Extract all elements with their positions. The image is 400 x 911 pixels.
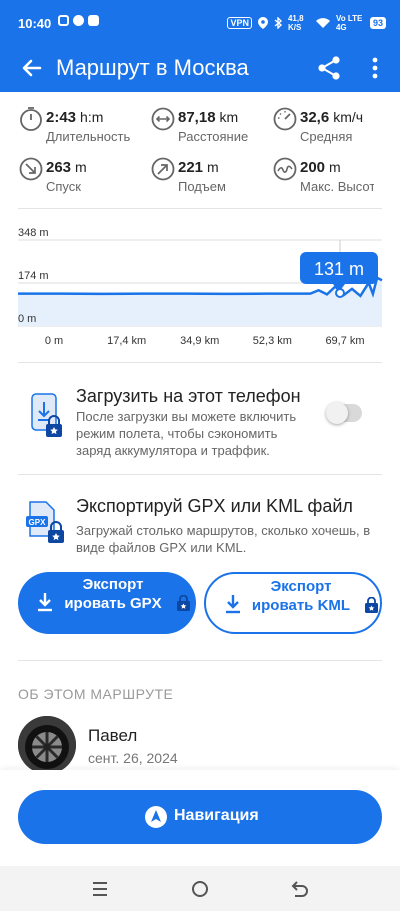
x-tick-label: 34,9 km — [180, 335, 219, 347]
avatar — [18, 716, 76, 774]
stat-unit: h:m — [80, 109, 104, 125]
x-tick-label: 52,3 km — [253, 335, 292, 347]
y-tick-label: 174 m — [18, 270, 49, 282]
stat-value: 2:43 — [46, 109, 77, 126]
stat-distance: 87,18 km Расстояние — [150, 104, 270, 148]
wifi-icon — [315, 17, 330, 28]
network-type: Vo LTE 4G — [335, 14, 363, 32]
stat-value: 87,18 — [178, 109, 216, 126]
app-notification-icon — [88, 15, 99, 26]
download-icon — [38, 593, 52, 612]
svg-text:GPX: GPX — [29, 518, 47, 527]
messenger-icon — [73, 15, 84, 26]
export-section: GPX Экспортируй GPX или KML файл Загружа… — [0, 488, 400, 568]
bluetooth-icon — [274, 17, 282, 29]
export-gpx-label: Экспорт ировать GPX — [64, 576, 162, 612]
stat-label: Подъем — [178, 179, 226, 194]
stat-unit: m — [75, 159, 87, 175]
export-description: Загружай столько маршрутов, сколько хоче… — [76, 523, 371, 555]
export-title: Экспортируй GPX или KML файл — [76, 496, 353, 516]
tooltip-label: 131 m — [314, 259, 364, 279]
gpx-file-lock-icon: GPX — [26, 501, 64, 543]
stat-label: Расстояние — [178, 129, 249, 144]
status-notification-icons — [58, 15, 99, 26]
elevation-area — [18, 277, 382, 326]
stat-ascent: 221 m Подъем — [150, 154, 270, 198]
phone-download-lock-icon — [31, 393, 62, 437]
instagram-icon — [58, 15, 69, 26]
elevation-chart[interactable]: 348 m 174 m 0 m 0 m 17,4 km 34,9 km 52,3 km 69… — [0, 224, 400, 354]
stat-max-altitude: 200m Макс. Высота — [272, 154, 374, 198]
page-title: Маршрут в Москва — [56, 55, 249, 80]
more-vert-icon[interactable] — [362, 54, 388, 82]
stat-value: 263 — [46, 159, 72, 176]
status-bar: 10:40 VPN 41,8 K/S Vo LTE 4G 93 — [0, 0, 400, 44]
y-tick-label: 348 m — [18, 227, 49, 239]
divider — [18, 660, 382, 661]
export-kml-label: Экспорт ировать KML — [251, 578, 351, 614]
stat-label: Средняя — [300, 129, 353, 144]
stat-duration: 2:43 h:m Длительность — [18, 104, 138, 148]
lock-icon — [177, 595, 190, 611]
battery-indicator: 93 — [369, 17, 386, 29]
distance-icon — [151, 107, 175, 131]
descent-icon — [19, 157, 43, 181]
stat-value: 32,6 — [300, 109, 330, 126]
offline-toggle[interactable] — [326, 402, 362, 424]
navigation-label: Навигация — [174, 807, 259, 824]
offline-description: После загрузки вы можете включить режим … — [76, 409, 297, 458]
divider — [18, 208, 382, 209]
recents-icon[interactable] — [89, 878, 111, 900]
app-bar: Маршрут в Москва — [0, 44, 400, 92]
author-name: Павел — [88, 726, 138, 745]
stat-speed: 32,6 km/ч Средняя — [272, 104, 392, 148]
stat-label: Длительность — [46, 129, 131, 144]
stopwatch-icon — [20, 107, 42, 131]
y-tick-label: 0 m — [18, 313, 36, 325]
navigation-button[interactable]: Навигация — [18, 790, 382, 844]
stat-label: Спуск — [46, 179, 81, 194]
stat-label: Макс. Высота — [300, 179, 374, 194]
home-icon[interactable] — [189, 878, 211, 900]
offline-download-section: Загрузить на этот телефон После загрузки… — [0, 378, 400, 458]
stat-unit: m — [329, 159, 341, 175]
status-system-icons: VPN 41,8 K/S Vo LTE 4G 93 — [227, 14, 386, 32]
speedometer-icon — [273, 107, 297, 131]
max-altitude-icon — [273, 157, 297, 181]
wheel-avatar-image — [18, 716, 76, 774]
toggle-knob — [326, 402, 348, 424]
offline-title: Загрузить на этот телефон — [76, 386, 301, 406]
stat-descent: 263 m Спуск — [18, 154, 138, 198]
elevation-chart-svg: 348 m 174 m 0 m 0 m 17,4 km 34,9 km 52,3 km 69… — [18, 227, 383, 347]
navigation-icon — [145, 806, 167, 828]
export-kml-button[interactable]: Экспорт ировать KML — [204, 572, 382, 634]
divider — [18, 474, 382, 475]
system-nav-bar — [0, 866, 400, 911]
export-gpx-button[interactable]: Экспорт ировать GPX — [18, 572, 196, 634]
download-icon — [226, 595, 240, 614]
x-tick-label: 69,7 km — [325, 335, 364, 347]
net-speed: 41,8 K/S — [287, 14, 304, 32]
stat-value: 200 — [300, 159, 326, 176]
about-route-heading: ОБ ЭТОМ МАРШРУТЕ — [18, 686, 174, 702]
status-time: 10:40 — [18, 16, 52, 31]
share-icon[interactable] — [316, 54, 342, 82]
lock-icon — [365, 597, 378, 613]
divider — [18, 362, 382, 363]
back-icon[interactable] — [289, 878, 311, 900]
location-icon — [257, 17, 268, 29]
x-tick-label: 0 m — [45, 335, 63, 347]
back-arrow-icon[interactable] — [18, 54, 46, 82]
route-date: сент. 26, 2024 — [88, 750, 178, 766]
stat-value: 221 — [178, 159, 204, 176]
stat-unit: m — [207, 159, 219, 175]
x-tick-label: 17,4 km — [107, 335, 146, 347]
cursor-dot — [335, 288, 345, 298]
vpn-badge: VPN — [227, 17, 252, 29]
stat-unit: km/ч — [333, 109, 364, 125]
ascent-icon — [151, 157, 175, 181]
stat-unit: km — [219, 109, 239, 125]
